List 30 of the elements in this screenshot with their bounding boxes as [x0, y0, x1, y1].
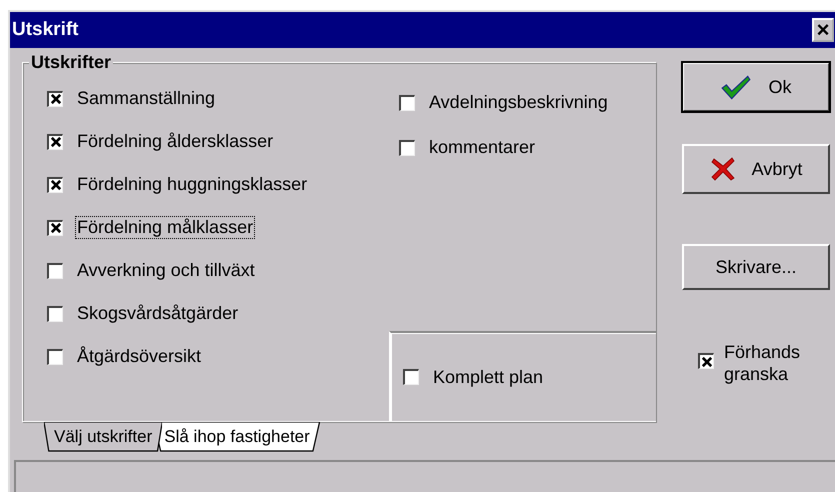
checkmark-icon: [720, 74, 752, 100]
checkbox[interactable]: [47, 262, 63, 278]
checkbox-label[interactable]: Fördelning åldersklasser: [75, 130, 276, 153]
window-title: Utskrift: [12, 19, 79, 41]
checkbox-label[interactable]: Komplett plan: [431, 366, 546, 388]
checkbox[interactable]: [403, 369, 419, 385]
checkbox[interactable]: [47, 348, 63, 364]
dialog-button[interactable]: Ok: [682, 62, 830, 112]
checkbox-label[interactable]: Fördelning målklasser: [75, 216, 256, 239]
checkbox[interactable]: [47, 306, 63, 322]
checkbox-label[interactable]: Avdelningsbeskrivning: [427, 91, 610, 114]
checkbox-label[interactable]: Förhands granska: [722, 340, 816, 386]
dialog-button[interactable]: Skrivare...: [682, 244, 830, 290]
checkbox[interactable]: [698, 353, 714, 369]
checkbox-label[interactable]: Avverkning och tillväxt: [75, 259, 257, 282]
close-button[interactable]: ×: [812, 18, 834, 42]
checkbox[interactable]: [47, 176, 63, 192]
checkbox[interactable]: [399, 94, 415, 110]
checkbox-label[interactable]: Fördelning huggningsklasser: [75, 173, 310, 196]
checkbox[interactable]: [47, 90, 63, 106]
checkbox-label[interactable]: kommentarer: [427, 136, 538, 159]
checkbox[interactable]: [399, 140, 415, 156]
checkbox-label[interactable]: Skogsvårdsåtgärder: [75, 302, 240, 325]
checkbox[interactable]: [47, 220, 63, 236]
cross-icon: [710, 156, 736, 182]
tab[interactable]: Välj utskrifter: [44, 422, 162, 452]
checkbox-label[interactable]: Åtgärdsöversikt: [75, 345, 204, 368]
dialog-button[interactable]: Avbryt: [682, 144, 830, 194]
checkbox-label[interactable]: Sammanställning: [75, 87, 218, 110]
checkbox[interactable]: [47, 134, 63, 150]
